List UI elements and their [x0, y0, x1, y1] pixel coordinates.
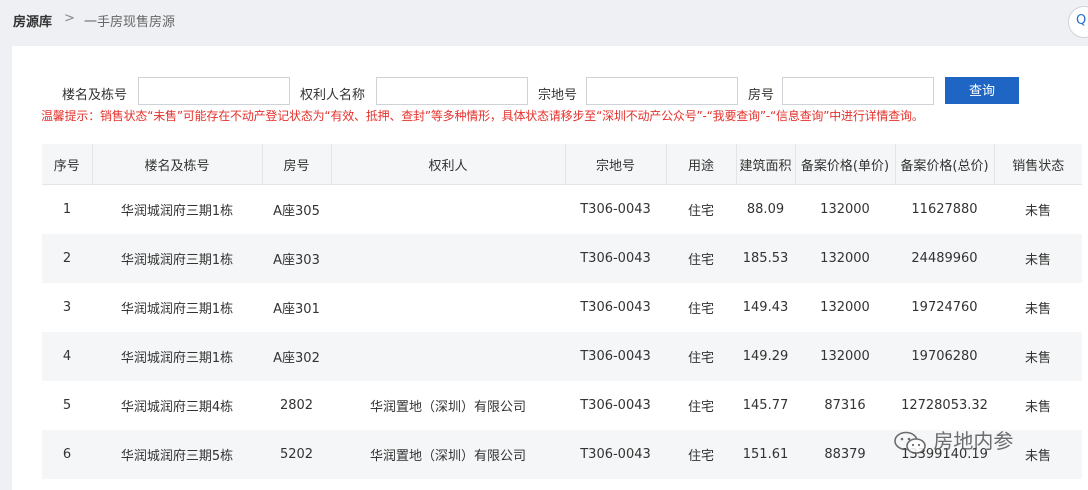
cell-usage: 住宅 [687, 204, 714, 219]
cell-unit-price: 132000 [795, 234, 895, 283]
cell-unit-price: 132000 [795, 332, 895, 381]
breadcrumb-current: 一手房现售房源 [84, 15, 176, 30]
search-icon: Q [1076, 13, 1087, 28]
cell-index: 3 [62, 300, 72, 315]
cell-owner [331, 234, 565, 283]
cell-area: 151.61 [736, 430, 795, 479]
cell-total-price: 24489960 [895, 234, 994, 283]
cell-building: 华润城润府三期1栋 [120, 302, 234, 317]
cell-unit-price: 132000 [820, 300, 870, 315]
table-row[interactable]: 3 华润城润府三期1栋 A座301 T306-0043 住宅 149.43 13… [42, 283, 1082, 332]
query-button[interactable]: 查询 [945, 77, 1019, 104]
cell-total-price: 11627880 [911, 202, 978, 217]
col-header-room: 房号 [262, 144, 332, 185]
cell-building: 华润城润府三期4栋 [120, 400, 234, 415]
cell-area: 88.09 [746, 202, 785, 217]
cell-owner [331, 185, 565, 235]
col-header-building: 楼名及栋号 [92, 144, 263, 185]
cell-index: 5 [62, 398, 72, 413]
cell-building: 华润城润府三期1栋 [92, 234, 262, 283]
parcel-label: 宗地号 [538, 88, 578, 103]
cell-owner: 华润置地（深圳）有限公司 [369, 400, 526, 415]
cell-index: 2 [42, 234, 92, 283]
cell-index: 4 [42, 332, 92, 381]
owner-input[interactable] [376, 77, 528, 105]
table-row[interactable]: 4 华润城润府三期1栋 A座302 T306-0043 住宅 149.29 13… [42, 332, 1082, 381]
chevron-right-icon: > [64, 11, 75, 26]
col-header-index: 序号 [42, 144, 93, 185]
building-label: 楼名及栋号 [62, 88, 128, 103]
cell-total-price: 19706280 [895, 332, 994, 381]
cell-index: 6 [42, 430, 92, 479]
table-row[interactable]: 2 华润城润府三期1栋 A座303 T306-0043 住宅 185.53 13… [42, 234, 1082, 283]
owner-label: 权利人名称 [300, 88, 366, 103]
cell-total-price: 19724760 [911, 300, 978, 315]
cell-room: A座302 [262, 332, 331, 381]
cell-parcel: T306-0043 [565, 234, 666, 283]
room-input[interactable] [782, 77, 934, 105]
cell-unit-price: 132000 [820, 202, 870, 217]
content-panel: 楼名及栋号 权利人名称 宗地号 房号 查询 温馨提示：销售状态“未售”可能存在不… [12, 46, 1088, 490]
cell-status: 未售 [1024, 302, 1051, 317]
col-header-total-price: 备案价格(总价) [895, 144, 995, 185]
cell-status: 未售 [994, 332, 1082, 381]
notice-tip: 温馨提示：销售状态“未售”可能存在不动产登记状态为“有效、抵押、查封”等多种情形… [41, 109, 924, 123]
watermark-text: 房地内参 [933, 429, 1014, 453]
cell-parcel: T306-0043 [565, 430, 666, 479]
cell-room: 5202 [262, 430, 331, 479]
col-header-unit-price: 备案价格(单价) [795, 144, 896, 185]
cell-unit-price: 87316 [824, 398, 866, 413]
wechat-icon [893, 431, 927, 455]
table-header-row: 序号 楼名及栋号 房号 权利人 宗地号 用途 建筑面积 备案价格(单价) 备案价… [42, 144, 1082, 185]
corner-circle-button[interactable]: Q [1068, 6, 1088, 38]
cell-area: 149.43 [742, 300, 789, 315]
cell-parcel: T306-0043 [580, 202, 651, 217]
cell-parcel: T306-0043 [580, 300, 651, 315]
top-bar: 房源库 > 一手房现售房源 Q [0, 0, 1088, 46]
cell-area: 145.77 [742, 398, 789, 413]
parcel-input[interactable] [586, 77, 738, 105]
cell-area: 185.53 [736, 234, 795, 283]
watermark: 房地内参 [893, 425, 1013, 455]
cell-building: 华润城润府三期5栋 [92, 430, 262, 479]
cell-room: A座301 [273, 302, 320, 317]
cell-total-price: 12728053.32 [901, 398, 988, 413]
cell-usage: 住宅 [687, 400, 714, 415]
cell-area: 149.29 [736, 332, 795, 381]
cell-status: 未售 [994, 234, 1082, 283]
cell-room: A座305 [273, 204, 320, 219]
cell-usage: 住宅 [687, 302, 714, 317]
cell-unit-price: 88379 [795, 430, 895, 479]
cell-owner [331, 283, 565, 332]
building-input[interactable] [138, 77, 290, 105]
col-header-status: 销售状态 [994, 144, 1082, 185]
cell-index: 1 [62, 202, 72, 217]
table-row[interactable]: 1 华润城润府三期1栋 A座305 T306-0043 住宅 88.09 132… [42, 185, 1082, 235]
cell-parcel: T306-0043 [565, 332, 666, 381]
cell-building: 华润城润府三期1栋 [92, 332, 262, 381]
col-header-parcel: 宗地号 [565, 144, 667, 185]
cell-room: A座303 [262, 234, 331, 283]
cell-parcel: T306-0043 [580, 398, 651, 413]
cell-usage: 住宅 [666, 234, 736, 283]
table-row[interactable]: 5 华润城润府三期4栋 2802 华润置地（深圳）有限公司 T306-0043 … [42, 381, 1082, 430]
col-header-owner: 权利人 [331, 144, 566, 185]
cell-room: 2802 [279, 398, 314, 413]
breadcrumb-root[interactable]: 房源库 [13, 11, 52, 30]
cell-owner: 华润置地（深圳）有限公司 [331, 430, 565, 479]
cell-status: 未售 [1024, 400, 1051, 415]
col-header-usage: 用途 [666, 144, 737, 185]
cell-status: 未售 [1024, 204, 1051, 219]
cell-usage: 住宅 [666, 430, 736, 479]
room-label: 房号 [748, 88, 775, 103]
col-header-area: 建筑面积 [736, 144, 796, 185]
cell-building: 华润城润府三期1栋 [120, 204, 234, 219]
cell-owner [331, 332, 565, 381]
cell-usage: 住宅 [666, 332, 736, 381]
